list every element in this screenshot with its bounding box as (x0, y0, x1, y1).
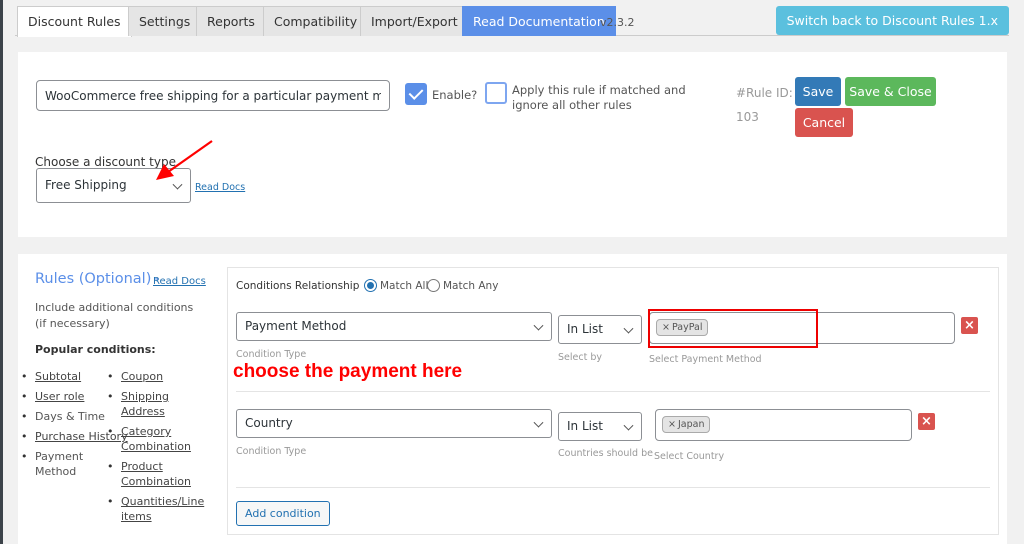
rule-name-input[interactable] (36, 80, 390, 111)
tag-label: Japan (677, 419, 705, 430)
operator-hint: Select by (558, 352, 602, 363)
operator-hint: Countries should be (558, 448, 653, 459)
popular-condition-product-combination[interactable]: Product Combination (121, 460, 191, 488)
cancel-button[interactable]: Cancel (795, 108, 853, 137)
delete-condition-button[interactable]: × (918, 413, 935, 430)
annotation-text: choose the payment here (233, 361, 463, 382)
condition-type-select[interactable]: Country (236, 409, 552, 438)
delete-condition-button[interactable]: × (961, 317, 978, 334)
chevron-down-icon (533, 417, 544, 428)
condition-type-hint: Condition Type (236, 446, 307, 457)
popular-condition-item: Payment Method (21, 449, 91, 479)
tab-read-documentation[interactable]: Read Documentation (462, 6, 616, 36)
popular-condition-item: Purchase History (21, 429, 128, 444)
condition-operator-value: In List (567, 322, 603, 336)
popular-condition-item: Category Combination (107, 424, 197, 454)
value-hint: Select Payment Method (649, 354, 762, 365)
rules-title-text: Rules (Optional) (35, 271, 152, 287)
switch-version-button[interactable]: Switch back to Discount Rules 1.x (775, 6, 1009, 35)
condition-type-select[interactable]: Payment Method (236, 312, 552, 341)
chevron-down-icon (533, 320, 544, 331)
popular-condition-item: Coupon (107, 369, 207, 384)
condition-operator-value: In List (567, 419, 603, 433)
match-all-radio[interactable] (364, 279, 377, 292)
apply-exclusive-label: Apply this rule if matched and ignore al… (512, 83, 686, 112)
rules-read-docs-link[interactable]: Read Docs (153, 276, 206, 287)
rules-panel: Rules (Optional) - Read Docs Include addi… (18, 254, 1007, 544)
tab-settings[interactable]: Settings (128, 6, 202, 36)
enable-label: Enable? (432, 88, 478, 102)
country-multiselect[interactable]: × Japan (655, 409, 912, 441)
divider (236, 391, 990, 392)
discount-type-value: Free Shipping (45, 178, 127, 192)
enable-checkbox[interactable] (405, 83, 427, 105)
match-any-label: Match Any (443, 280, 499, 292)
popular-condition-category-combination[interactable]: Category Combination (121, 425, 191, 453)
condition-operator-select[interactable]: In List (558, 315, 642, 344)
discount-type-select[interactable]: Free Shipping (36, 168, 191, 203)
version-label: v2.3.2 (600, 16, 635, 29)
selected-tag: × Japan (662, 416, 711, 433)
rule-id-label: #Rule ID: (736, 86, 793, 100)
apply-exclusive-checkbox[interactable] (485, 82, 507, 104)
popular-condition-payment-method: Payment Method (35, 450, 84, 478)
popular-condition-item: User role (21, 389, 121, 404)
popular-condition-user-role[interactable]: User role (35, 390, 84, 403)
popular-condition-item: Product Combination (107, 459, 197, 489)
popular-condition-item: Shipping Address (107, 389, 177, 419)
tag-remove-icon[interactable]: × (668, 419, 676, 430)
match-all-label: Match All (380, 280, 429, 292)
conditions-relationship-label: Conditions Relationship (236, 280, 360, 292)
conditions-box: Conditions Relationship Match All Match … (227, 267, 999, 535)
popular-condition-shipping-address[interactable]: Shipping Address (121, 390, 169, 418)
save-button[interactable]: Save (795, 77, 841, 106)
popular-condition-quantities[interactable]: Quantities/Line items (121, 495, 204, 523)
rule-settings-panel: Enable? Apply this rule if matched and i… (18, 52, 1007, 237)
value-hint: Select Country (654, 451, 725, 462)
popular-condition-item: Days & Time (21, 409, 121, 424)
popular-condition-days-time: Days & Time (35, 410, 105, 423)
discount-type-label: Choose a discount type (35, 155, 176, 169)
add-condition-button[interactable]: Add condition (236, 501, 330, 526)
divider (236, 487, 990, 488)
condition-type-hint: Condition Type (236, 349, 307, 360)
tab-reports[interactable]: Reports (196, 6, 266, 36)
match-any-radio[interactable] (427, 279, 440, 292)
save-close-button[interactable]: Save & Close (845, 77, 936, 106)
close-icon: × (921, 414, 932, 429)
annotation-highlight-box (648, 309, 818, 348)
close-icon: × (964, 318, 975, 333)
popular-condition-item: Subtotal (21, 369, 121, 384)
popular-condition-coupon[interactable]: Coupon (121, 370, 163, 383)
condition-type-value: Payment Method (245, 319, 347, 333)
popular-condition-item: Quantities/Line items (107, 494, 204, 524)
rules-title: Rules (Optional) - (35, 271, 163, 287)
popular-condition-subtotal[interactable]: Subtotal (35, 370, 81, 383)
popular-conditions-label: Popular conditions: (35, 343, 156, 356)
condition-type-value: Country (245, 416, 293, 430)
tab-compatibility[interactable]: Compatibility (263, 6, 369, 36)
chevron-down-icon (623, 420, 634, 431)
tab-discount-rules[interactable]: Discount Rules (17, 6, 132, 37)
condition-operator-select[interactable]: In List (558, 412, 642, 441)
discount-type-read-docs-link[interactable]: Read Docs (195, 182, 245, 193)
popular-conditions-left: Subtotal User role Days & Time Purchase … (21, 369, 128, 484)
popular-conditions-right: Coupon Shipping Address Category Combina… (107, 369, 207, 529)
chevron-down-icon (623, 323, 634, 334)
chevron-down-icon (172, 179, 183, 190)
window-edge (0, 0, 3, 544)
rules-description: Include additional conditions (if necess… (35, 301, 194, 330)
tab-import-export[interactable]: Import/Export (360, 6, 469, 36)
rule-id-value: 103 (736, 110, 759, 124)
